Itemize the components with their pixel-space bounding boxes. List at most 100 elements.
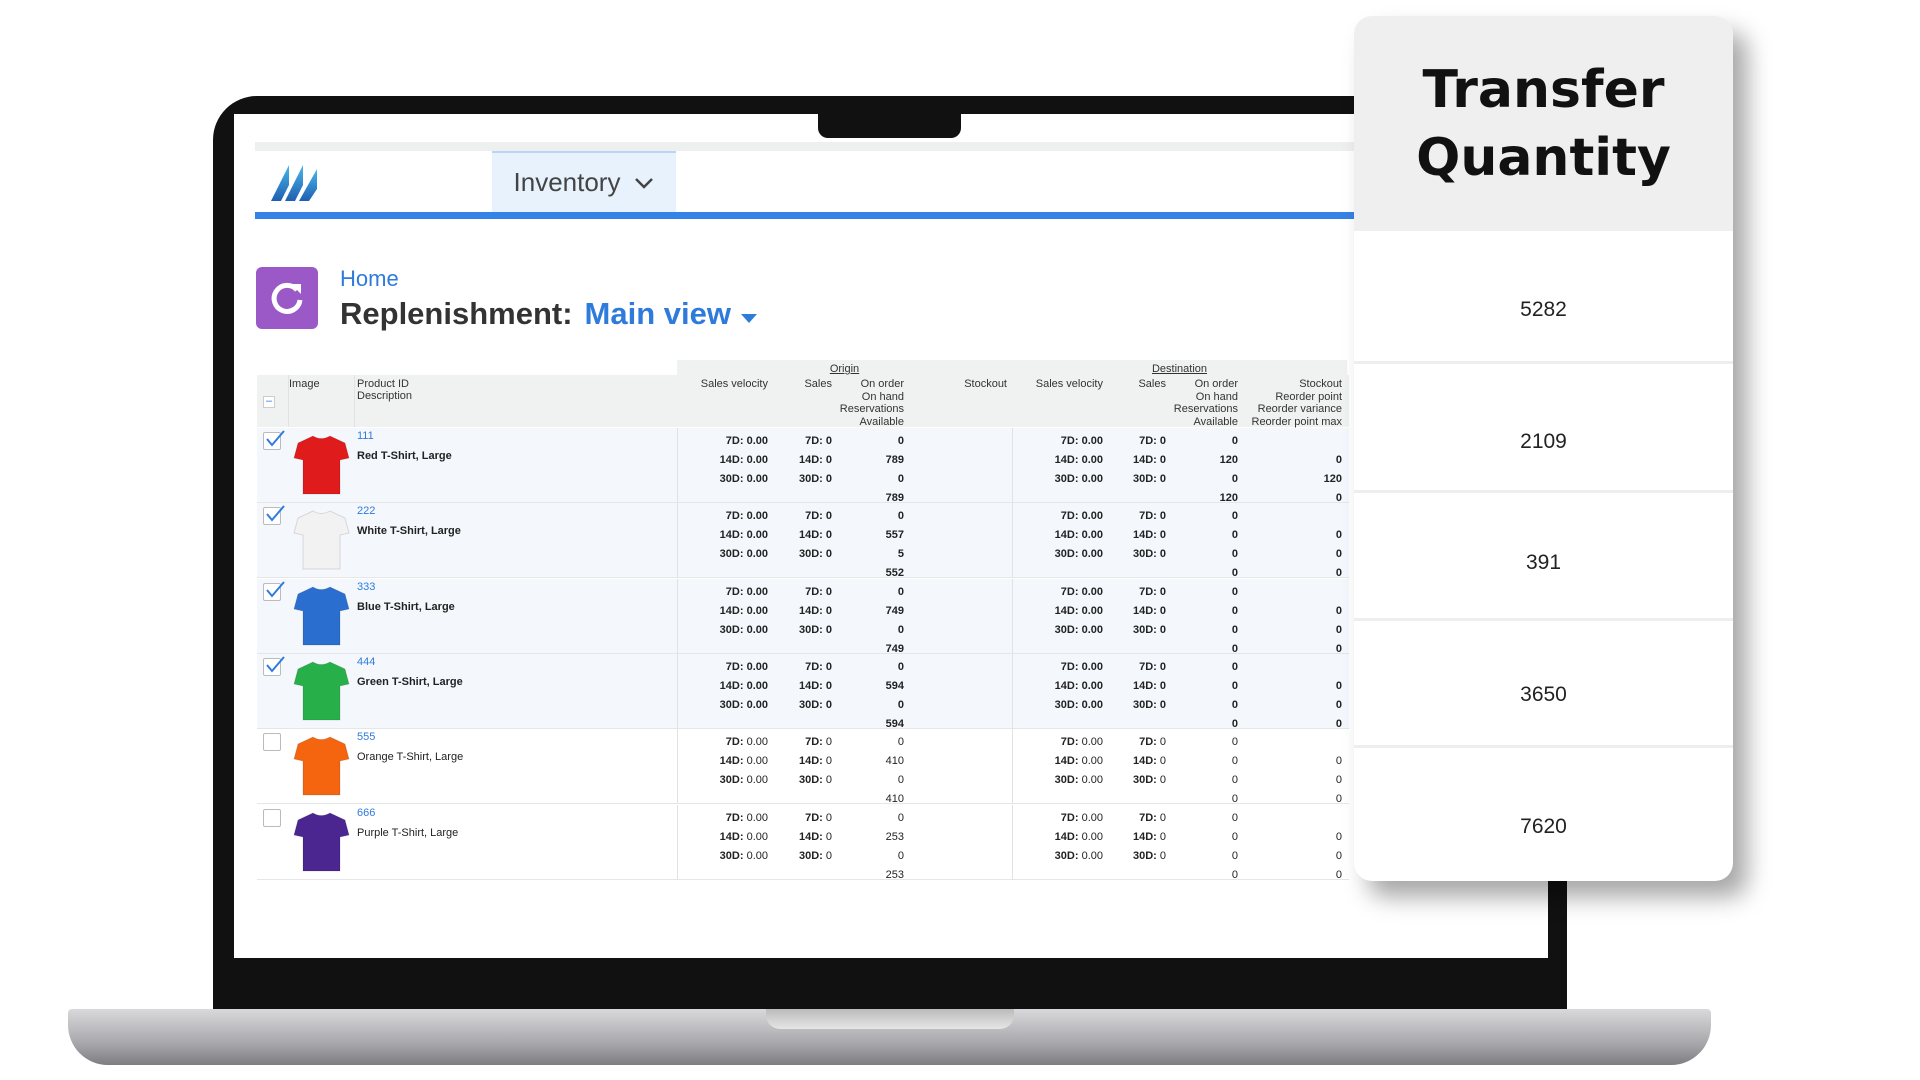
- column-divider: [677, 578, 678, 654]
- select-all-checkbox[interactable]: –: [263, 396, 275, 408]
- row-checkbox[interactable]: [263, 580, 285, 601]
- origin-sales-velocity: 7D: 0.00: [726, 736, 768, 748]
- origin-sales-velocity-period: 7D:: [725, 585, 744, 598]
- row-checkbox[interactable]: [263, 808, 281, 827]
- dest-sales-period: 7D:: [1139, 510, 1157, 523]
- dest-onorder-header-line: On hand: [1195, 390, 1238, 403]
- origin-sales-velocity: 30D: 0.00: [720, 850, 768, 862]
- table-row: 333 Blue T-Shirt, Large 7D: 0.00 14D: 0.00 3…: [257, 578, 1349, 655]
- row-separator: [1354, 618, 1733, 621]
- tshirt-icon: [293, 510, 350, 570]
- product-id-link[interactable]: 111: [357, 430, 374, 442]
- dest-stockout-value: 0: [1335, 868, 1342, 881]
- origin-sales-velocity-value: 0.00: [746, 454, 768, 466]
- origin-sales-velocity-value: 0.00: [746, 679, 768, 692]
- product-id-header: Product ID: [357, 378, 409, 390]
- dest-sales-velocity-value: 0.00: [1081, 454, 1103, 466]
- table-row: 444 Green T-Shirt, Large 7D: 0.00 14D: 0.00…: [257, 653, 1349, 730]
- dest-sales-velocity-period: 30D:: [1054, 548, 1079, 561]
- dest-sales-period: 7D:: [1139, 660, 1157, 673]
- dest-sales-value: 0: [1159, 473, 1166, 485]
- dest-sales-period: 7D:: [1139, 585, 1157, 598]
- top-strip: [255, 142, 1355, 151]
- dest-sales-velocity-value: 0.00: [1081, 435, 1103, 447]
- origin-sales-velocity-value: 0.00: [746, 435, 768, 447]
- dest-sales-velocity-value: 0.00: [1081, 830, 1103, 843]
- product-id-link[interactable]: 444: [357, 656, 375, 668]
- origin-sales: 14D: 0: [799, 755, 832, 767]
- column-divider: [1012, 578, 1013, 654]
- transfer-quantity-value: 3650: [1520, 683, 1567, 706]
- origin-sales-header: Sales: [804, 378, 832, 390]
- dest-sales-velocity-period: 14D:: [1054, 679, 1079, 692]
- dest-sales: 30D: 0: [1133, 473, 1166, 485]
- origin-onorder-value: 253: [885, 868, 904, 881]
- dest-sales-velocity: 14D: 0.00: [1055, 755, 1103, 767]
- dest-sales-velocity-period: 7D:: [1060, 510, 1079, 523]
- origin-sales-period: 7D:: [805, 660, 823, 673]
- origin-sales-value: 0: [825, 736, 832, 749]
- column-divider: [1012, 653, 1013, 729]
- row-separator: [1354, 361, 1733, 364]
- origin-onorder-header-line: On hand: [861, 390, 904, 403]
- origin-sales-value: 0: [825, 604, 832, 617]
- dest-sales-period: 7D:: [1139, 435, 1157, 447]
- product-id-link[interactable]: 222: [357, 505, 375, 517]
- origin-onorder-value: 789: [885, 492, 904, 504]
- dest-sales: 30D: 0: [1133, 624, 1166, 636]
- origin-onorder-value: 0: [897, 774, 904, 787]
- inventory-menu[interactable]: Inventory: [492, 151, 676, 212]
- origin-sales-velocity: 30D: 0.00: [720, 624, 768, 636]
- dest-sales-value: 0: [1159, 698, 1166, 711]
- origin-sales-velocity-value: 0.00: [746, 830, 768, 843]
- dest-sales-velocity-period: 30D:: [1054, 698, 1079, 711]
- dest-sales-velocity-period: 30D:: [1054, 473, 1079, 485]
- origin-sales-velocity-period: 30D:: [719, 774, 744, 787]
- dest-stockout-value: 0: [1335, 849, 1342, 862]
- product-id-link[interactable]: 333: [357, 581, 375, 593]
- origin-sales-period: 14D:: [798, 830, 823, 843]
- view-selector-label: Main view: [584, 296, 731, 331]
- origin-sales-velocity-period: 30D:: [719, 698, 744, 711]
- column-divider: [1012, 503, 1013, 579]
- transfer-quantity-title: Transfer Quantity: [1354, 16, 1733, 231]
- dest-sales-velocity: 14D: 0.00: [1055, 680, 1103, 692]
- transfer-quantity-value: 5282: [1520, 298, 1567, 321]
- dest-stockout-value: 0: [1335, 604, 1342, 617]
- origin-sales: 30D: 0: [799, 473, 832, 485]
- origin-onorder-header-line: On order: [860, 378, 904, 390]
- origin-onorder-value: 557: [885, 529, 904, 542]
- dest-sales-velocity-value: 0.00: [1081, 679, 1103, 692]
- row-checkbox[interactable]: [263, 430, 285, 450]
- origin-onorder-value: 0: [897, 585, 904, 598]
- origin-sales: 30D: 0: [799, 774, 832, 786]
- origin-sales-velocity-header: Sales velocity: [700, 378, 768, 390]
- origin-onorder-header: On order On hand Reservations Available: [840, 378, 904, 428]
- dest-sales-velocity: 14D: 0.00: [1055, 454, 1103, 466]
- product-id-link[interactable]: 555: [357, 731, 375, 743]
- dest-sales-period: 14D:: [1132, 755, 1157, 768]
- dest-sales-value: 0: [1159, 454, 1166, 466]
- origin-sales-value: 0: [825, 698, 832, 711]
- view-selector[interactable]: Main view: [585, 296, 758, 331]
- row-checkbox[interactable]: [263, 733, 281, 752]
- breadcrumb-home[interactable]: Home: [340, 266, 399, 292]
- column-divider: [677, 804, 678, 880]
- tshirt-icon: [293, 586, 350, 646]
- origin-sales-value: 0: [825, 454, 832, 466]
- row-checkbox[interactable]: [263, 505, 285, 526]
- origin-group-label: Origin: [829, 363, 860, 375]
- dest-sales-velocity: 30D: 0.00: [1055, 774, 1103, 786]
- origin-sales-velocity-value: 0.00: [746, 774, 768, 787]
- dest-sales-period: 30D:: [1132, 623, 1157, 636]
- dest-sales-velocity: 30D: 0.00: [1055, 548, 1103, 560]
- row-checkbox[interactable]: [263, 656, 285, 676]
- dest-sales-period: 14D:: [1132, 830, 1157, 843]
- dest-sales-velocity-value: 0.00: [1081, 660, 1103, 673]
- dest-sales: 14D: 0: [1133, 529, 1166, 541]
- dest-sales-period: 30D:: [1132, 849, 1157, 862]
- product-id-link[interactable]: 666: [357, 807, 375, 819]
- origin-sales-velocity: 7D: 0.00: [726, 510, 768, 522]
- transfer-quantity-value: 2109: [1520, 430, 1567, 453]
- origin-sales-period: 30D:: [798, 473, 823, 485]
